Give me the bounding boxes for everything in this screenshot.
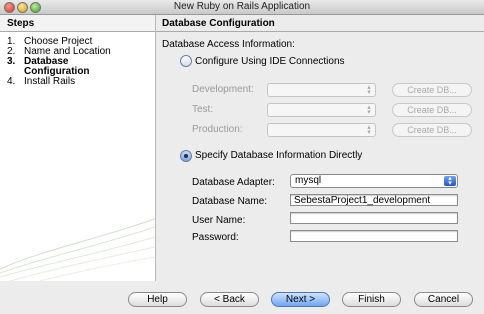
step-label: Database Configuration [24, 56, 90, 77]
steps-list: 1. Choose Project 2. Name and Location 3… [7, 37, 111, 87]
create-db-development-button[interactable]: Create DB... [392, 83, 472, 97]
content-header: Database Configuration [156, 15, 484, 32]
password-field[interactable] [290, 230, 458, 242]
step-number: 4. [7, 76, 16, 87]
title-bar: New Ruby on Rails Application [0, 0, 484, 15]
step-label: Install Rails [24, 76, 76, 87]
step-number: 3. [7, 56, 16, 67]
steps-panel: Steps 1. Choose Project 2. Name and Loca… [0, 15, 156, 281]
specify-directly-label: Specify Database Information Directly [195, 150, 363, 161]
content-header-label: Database Configuration [162, 18, 275, 29]
steps-header-label: Steps [7, 18, 35, 29]
updown-arrows-icon: ▴ ▾ [367, 124, 371, 136]
user-name-label: User Name: [192, 215, 246, 226]
access-info-label: Database Access Information: [162, 39, 295, 50]
create-db-test-button[interactable]: Create DB... [392, 103, 472, 117]
updown-arrows-icon: ▴ ▾ [367, 104, 371, 116]
production-label: Production: [192, 124, 243, 135]
finish-button[interactable]: Finish [342, 292, 401, 307]
content-panel: Database Configuration Database Access I… [156, 15, 484, 281]
database-adapter-select[interactable]: mysql ▴ ▾ [290, 174, 458, 188]
user-name-field[interactable] [290, 212, 458, 224]
ide-connections-label: Configure Using IDE Connections [195, 56, 345, 67]
step-item-database-configuration: 3. Database Configuration [7, 57, 111, 77]
development-connection-select[interactable]: ▴ ▾ [267, 83, 376, 97]
specify-directly-radio[interactable] [180, 150, 192, 162]
database-name-field[interactable]: SebestaProject1_development [290, 194, 458, 206]
database-name-label: Database Name: [192, 196, 268, 207]
test-label: Test: [192, 104, 214, 115]
production-connection-select[interactable]: ▴ ▾ [267, 123, 376, 137]
back-button[interactable]: < Back [200, 292, 259, 307]
next-button[interactable]: Next > [271, 292, 330, 307]
updown-arrows-icon: ▴ ▾ [444, 175, 456, 187]
password-label: Password: [192, 232, 239, 243]
database-adapter-label: Database Adapter: [192, 177, 275, 188]
ide-connections-radio[interactable] [180, 55, 192, 67]
help-button[interactable]: Help [128, 292, 187, 307]
database-adapter-value: mysql [295, 175, 322, 186]
wizard-window: New Ruby on Rails Application Steps 1. C… [0, 0, 484, 314]
button-bar: Help < Back Next > Finish Cancel [0, 282, 484, 314]
step-item-install-rails: 4. Install Rails [7, 77, 111, 87]
development-label: Development: [192, 84, 254, 95]
decorative-swoosh-graphic [0, 218, 155, 281]
create-db-production-button[interactable]: Create DB... [392, 123, 472, 137]
window-title: New Ruby on Rails Application [173, 1, 311, 12]
updown-arrows-icon: ▴ ▾ [367, 84, 371, 96]
steps-header: Steps [0, 15, 155, 32]
test-connection-select[interactable]: ▴ ▾ [267, 103, 376, 117]
cancel-button[interactable]: Cancel [414, 292, 473, 307]
